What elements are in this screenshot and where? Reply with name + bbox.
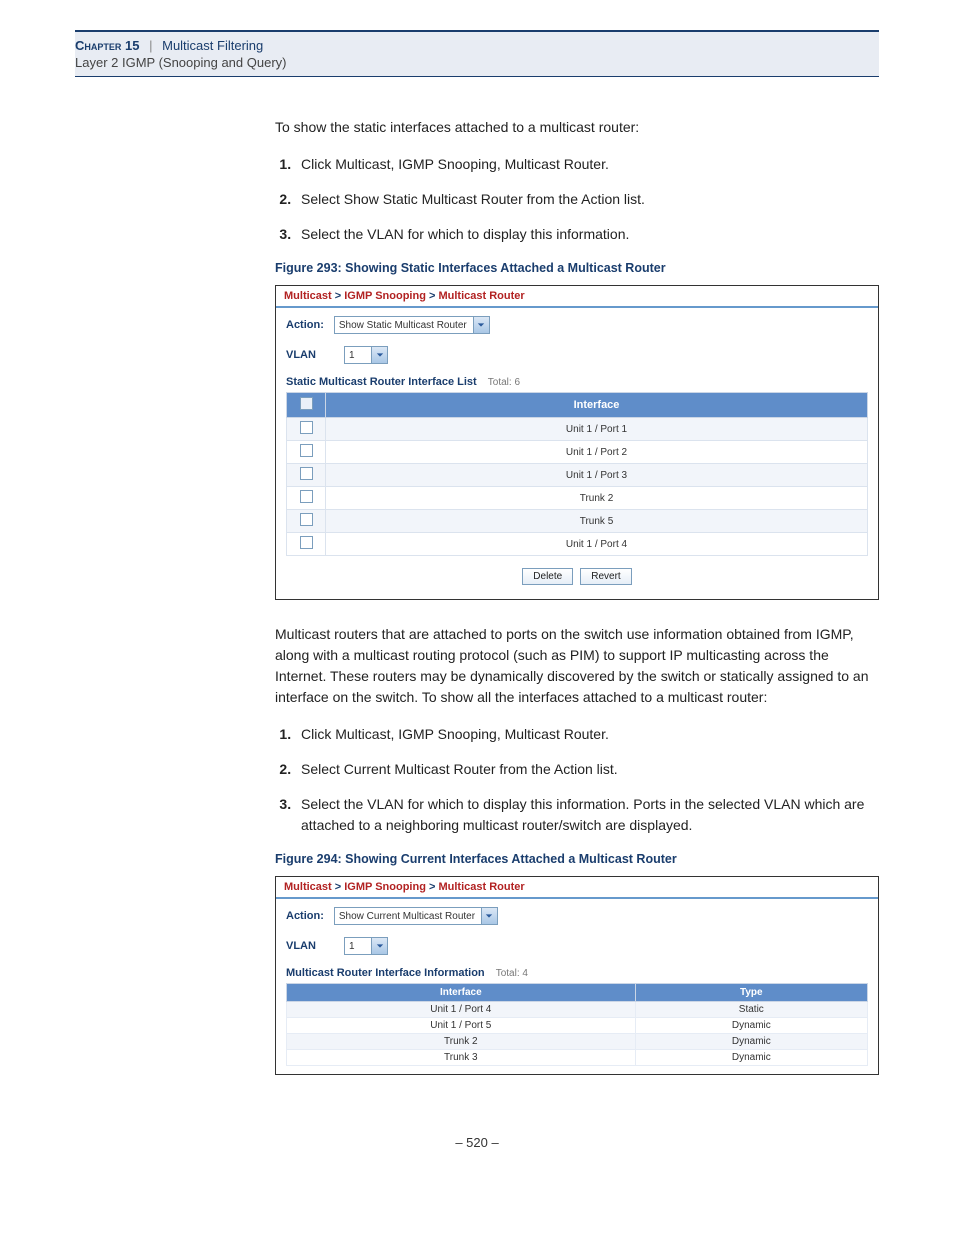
chapter-header: Chapter 15 | Multicast Filtering Layer 2… — [75, 30, 879, 77]
row-checkbox[interactable] — [300, 467, 313, 480]
table-row: Trunk 5 — [287, 510, 868, 533]
section-title: Multicast Filtering — [162, 38, 263, 53]
intro-paragraph-1: To show the static interfaces attached t… — [275, 117, 879, 138]
breadcrumb-item: IGMP Snooping — [344, 881, 426, 893]
breadcrumb-item: Multicast — [284, 290, 332, 302]
step-item: Select the VLAN for which to display thi… — [295, 794, 879, 836]
table-row: Unit 1 / Port 4Static — [287, 1002, 868, 1018]
breadcrumb-item: Multicast Router — [438, 290, 524, 302]
breadcrumb-item: Multicast Router — [438, 881, 524, 893]
chapter-label: Chapter 15 — [75, 38, 139, 53]
vlan-dropdown[interactable]: 1 — [344, 937, 388, 955]
step-item: Select Current Multicast Router from the… — [295, 759, 879, 780]
table-row: Unit 1 / Port 2 — [287, 441, 868, 464]
steps-list-1: Click Multicast, IGMP Snooping, Multicas… — [275, 154, 879, 245]
vlan-label: VLAN — [286, 940, 334, 952]
list-title: Static Multicast Router Interface List T… — [286, 376, 868, 388]
list-title: Multicast Router Interface Information T… — [286, 967, 868, 979]
breadcrumb-item: Multicast — [284, 881, 332, 893]
interface-type-table: Interface Type Unit 1 / Port 4Static Uni… — [286, 983, 868, 1066]
select-all-header[interactable] — [287, 393, 326, 418]
breadcrumb-sep: > — [335, 881, 344, 893]
interface-cell: Unit 1 / Port 4 — [326, 533, 868, 556]
checkbox-icon — [300, 397, 313, 410]
vlan-dropdown-value: 1 — [345, 938, 371, 954]
interface-cell: Unit 1 / Port 3 — [326, 464, 868, 487]
interface-cell: Trunk 2 — [287, 1034, 636, 1050]
row-checkbox[interactable] — [300, 444, 313, 457]
interface-cell: Trunk 3 — [287, 1050, 636, 1066]
action-dropdown-value: Show Current Multicast Router — [335, 908, 481, 924]
action-dropdown-value: Show Static Multicast Router — [335, 317, 473, 333]
row-checkbox[interactable] — [300, 513, 313, 526]
interface-cell: Unit 1 / Port 2 — [326, 441, 868, 464]
chevron-down-icon — [371, 938, 387, 954]
row-checkbox[interactable] — [300, 536, 313, 549]
table-row: Trunk 2Dynamic — [287, 1034, 868, 1050]
vlan-dropdown-value: 1 — [345, 347, 371, 363]
interface-cell: Trunk 2 — [326, 487, 868, 510]
table-row: Trunk 2 — [287, 487, 868, 510]
type-cell: Dynamic — [635, 1050, 867, 1066]
breadcrumb: Multicast > IGMP Snooping > Multicast Ro… — [276, 286, 878, 308]
interface-cell: Trunk 5 — [326, 510, 868, 533]
step-item: Select Show Static Multicast Router from… — [295, 189, 879, 210]
step-item: Click Multicast, IGMP Snooping, Multicas… — [295, 154, 879, 175]
action-label: Action: — [286, 319, 324, 331]
interface-cell: Unit 1 / Port 4 — [287, 1002, 636, 1018]
table-row: Unit 1 / Port 3 — [287, 464, 868, 487]
type-cell: Dynamic — [635, 1018, 867, 1034]
list-total: Total: 6 — [488, 377, 520, 388]
breadcrumb-item: IGMP Snooping — [344, 290, 426, 302]
revert-button[interactable]: Revert — [580, 568, 631, 585]
interface-cell: Unit 1 / Port 1 — [326, 418, 868, 441]
interface-table: Interface Unit 1 / Port 1 Unit 1 / Port … — [286, 392, 868, 556]
action-dropdown[interactable]: Show Static Multicast Router — [334, 316, 490, 334]
steps-list-2: Click Multicast, IGMP Snooping, Multicas… — [275, 724, 879, 836]
col-interface-header: Interface — [287, 984, 636, 1002]
paragraph-2: Multicast routers that are attached to p… — [275, 624, 879, 708]
action-dropdown[interactable]: Show Current Multicast Router — [334, 907, 498, 925]
type-cell: Dynamic — [635, 1034, 867, 1050]
figure-caption-294: Figure 294: Showing Current Interfaces A… — [275, 852, 879, 866]
screenshot-current-router: Multicast > IGMP Snooping > Multicast Ro… — [275, 876, 879, 1075]
row-checkbox[interactable] — [300, 421, 313, 434]
separator: | — [149, 38, 152, 53]
action-label: Action: — [286, 910, 324, 922]
table-row: Unit 1 / Port 4 — [287, 533, 868, 556]
chevron-down-icon — [473, 317, 489, 333]
col-interface-header: Interface — [326, 393, 868, 418]
table-row: Unit 1 / Port 1 — [287, 418, 868, 441]
vlan-label: VLAN — [286, 349, 334, 361]
step-item: Select the VLAN for which to display thi… — [295, 224, 879, 245]
breadcrumb-sep: > — [335, 290, 344, 302]
list-title-text: Static Multicast Router Interface List — [286, 376, 477, 388]
page-number: – 520 – — [75, 1135, 879, 1150]
delete-button[interactable]: Delete — [522, 568, 573, 585]
interface-cell: Unit 1 / Port 5 — [287, 1018, 636, 1034]
breadcrumb: Multicast > IGMP Snooping > Multicast Ro… — [276, 877, 878, 899]
list-total: Total: 4 — [496, 968, 528, 979]
table-row: Unit 1 / Port 5Dynamic — [287, 1018, 868, 1034]
chevron-down-icon — [371, 347, 387, 363]
step-item: Click Multicast, IGMP Snooping, Multicas… — [295, 724, 879, 745]
list-title-text: Multicast Router Interface Information — [286, 967, 485, 979]
screenshot-static-router: Multicast > IGMP Snooping > Multicast Ro… — [275, 285, 879, 600]
type-cell: Static — [635, 1002, 867, 1018]
col-type-header: Type — [635, 984, 867, 1002]
subsection-title: Layer 2 IGMP (Snooping and Query) — [75, 55, 879, 70]
figure-caption-293: Figure 293: Showing Static Interfaces At… — [275, 261, 879, 275]
chevron-down-icon — [481, 908, 497, 924]
row-checkbox[interactable] — [300, 490, 313, 503]
vlan-dropdown[interactable]: 1 — [344, 346, 388, 364]
table-row: Trunk 3Dynamic — [287, 1050, 868, 1066]
